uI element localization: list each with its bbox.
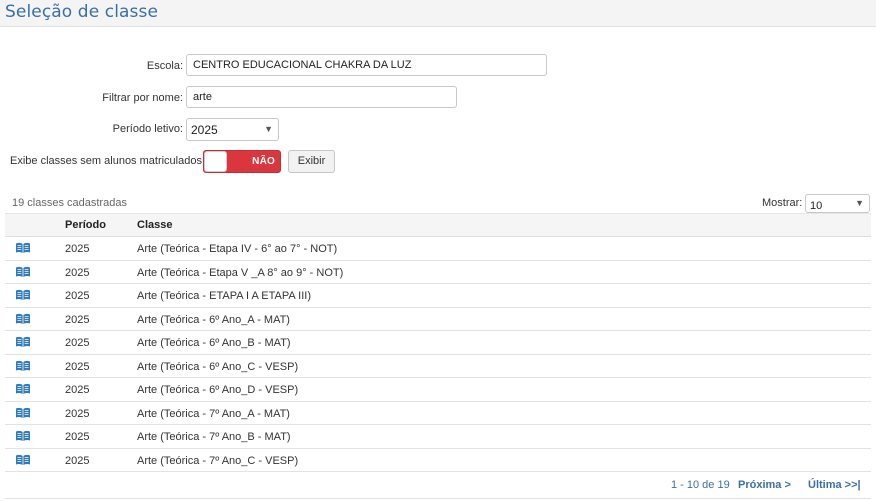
filtro-input[interactable]: [186, 86, 457, 108]
classes-count: 19 classes cadastradas: [12, 197, 127, 209]
row-classe[interactable]: Arte (Teórica - 6º Ano_A - MAT): [137, 314, 290, 326]
classes-table: Período Classe 2025 Arte (Teórica - Etapa…: [5, 213, 871, 472]
row-classe[interactable]: Arte (Teórica - 6º Ano_C - VESP): [137, 361, 298, 373]
filtro-label: Filtrar por nome:: [102, 92, 183, 104]
table-row[interactable]: 2025 Arte (Teórica - 6º Ano_A - MAT): [5, 308, 871, 331]
periodo-select[interactable]: 2025 ▼: [186, 118, 279, 141]
toggle-state-text: NÃO: [252, 156, 275, 167]
row-classe[interactable]: Arte (Teórica - Etapa IV - 6° ao 7° - NO…: [137, 243, 337, 255]
row-periodo: 2025: [65, 337, 90, 349]
open-book-icon[interactable]: [15, 383, 31, 395]
row-periodo: 2025: [65, 407, 90, 420]
row-classe[interactable]: Arte (Teórica - Etapa V _A 8° ao 9° - NO…: [137, 267, 343, 279]
open-book-icon[interactable]: [15, 407, 31, 419]
pagination-last-link[interactable]: Última >>|: [808, 479, 861, 491]
row-classe[interactable]: Arte (Teórica - ETAPA I A ETAPA III): [137, 290, 311, 302]
table-header: Período Classe: [5, 213, 871, 237]
row-periodo: 2025: [65, 384, 90, 396]
table-row[interactable]: 2025 Arte (Teórica - Etapa V _A 8° ao 9° …: [5, 261, 871, 284]
pagination-next-link[interactable]: Próxima >: [738, 479, 791, 491]
open-book-icon[interactable]: [15, 454, 31, 466]
pagination-info: 1 - 10 de 19: [671, 479, 730, 491]
column-header-classe: Classe: [137, 219, 173, 231]
table-row[interactable]: 2025 Arte (Teórica - 6º Ano_B - MAT): [5, 331, 871, 355]
caret-down-icon: ▼: [264, 124, 273, 134]
exibe-label: Exibe classes sem alunos matriculados:: [10, 155, 206, 167]
open-book-icon[interactable]: [15, 266, 31, 278]
row-periodo: 2025: [65, 290, 90, 302]
mostrar-label: Mostrar:: [762, 197, 803, 209]
open-book-icon[interactable]: [15, 336, 31, 348]
toggle-knob: [204, 151, 227, 172]
row-periodo: 2025: [65, 243, 90, 255]
row-periodo: 2025: [65, 431, 90, 443]
table-bottom-divider: [5, 498, 871, 499]
row-classe[interactable]: Arte (Teórica - 7º Ano_C - VESP): [137, 455, 298, 467]
column-header-periodo: Período: [65, 219, 106, 231]
escola-label: Escola:: [146, 60, 183, 72]
escola-field[interactable]: [186, 54, 547, 76]
exibe-sem-alunos-toggle[interactable]: NÃO: [203, 150, 281, 173]
page-title: Seleção de classe: [5, 2, 159, 22]
open-book-icon[interactable]: [15, 313, 31, 325]
table-row[interactable]: 2025 Arte (Teórica - 7º Ano_A - MAT): [5, 402, 871, 425]
table-row[interactable]: 2025 Arte (Teórica - Etapa IV - 6° ao 7° …: [5, 237, 871, 261]
table-row[interactable]: 2025 Arte (Teórica - 6º Ano_D - VESP): [5, 378, 871, 402]
row-classe[interactable]: Arte (Teórica - 7º Ano_A - MAT): [137, 408, 290, 420]
open-book-icon[interactable]: [15, 242, 31, 254]
open-book-icon[interactable]: [15, 289, 31, 301]
row-periodo: 2025: [65, 454, 90, 467]
table-row[interactable]: 2025 Arte (Teórica - 6º Ano_C - VESP): [5, 355, 871, 378]
row-periodo: 2025: [65, 360, 90, 373]
open-book-icon[interactable]: [15, 430, 31, 442]
periodo-label: Período letivo:: [112, 123, 183, 135]
page-header: Seleção de classe: [0, 0, 876, 27]
caret-down-icon: ▼: [855, 198, 864, 208]
table-row[interactable]: 2025 Arte (Teórica - ETAPA I A ETAPA III): [5, 284, 871, 308]
row-classe[interactable]: Arte (Teórica - 6º Ano_B - MAT): [137, 337, 291, 349]
periodo-select-value: 2025: [191, 123, 218, 137]
mostrar-select-value: 10: [810, 200, 823, 212]
row-classe[interactable]: Arte (Teórica - 6º Ano_D - VESP): [137, 384, 298, 396]
row-periodo: 2025: [65, 266, 90, 279]
row-classe[interactable]: Arte (Teórica - 7º Ano_B - MAT): [137, 431, 291, 443]
mostrar-select[interactable]: 10 ▼: [805, 194, 870, 213]
table-row[interactable]: 2025 Arte (Teórica - 7º Ano_C - VESP): [5, 449, 871, 472]
table-row[interactable]: 2025 Arte (Teórica - 7º Ano_B - MAT): [5, 425, 871, 449]
exibir-button[interactable]: Exibir: [288, 150, 335, 173]
row-periodo: 2025: [65, 313, 90, 326]
open-book-icon[interactable]: [15, 360, 31, 372]
